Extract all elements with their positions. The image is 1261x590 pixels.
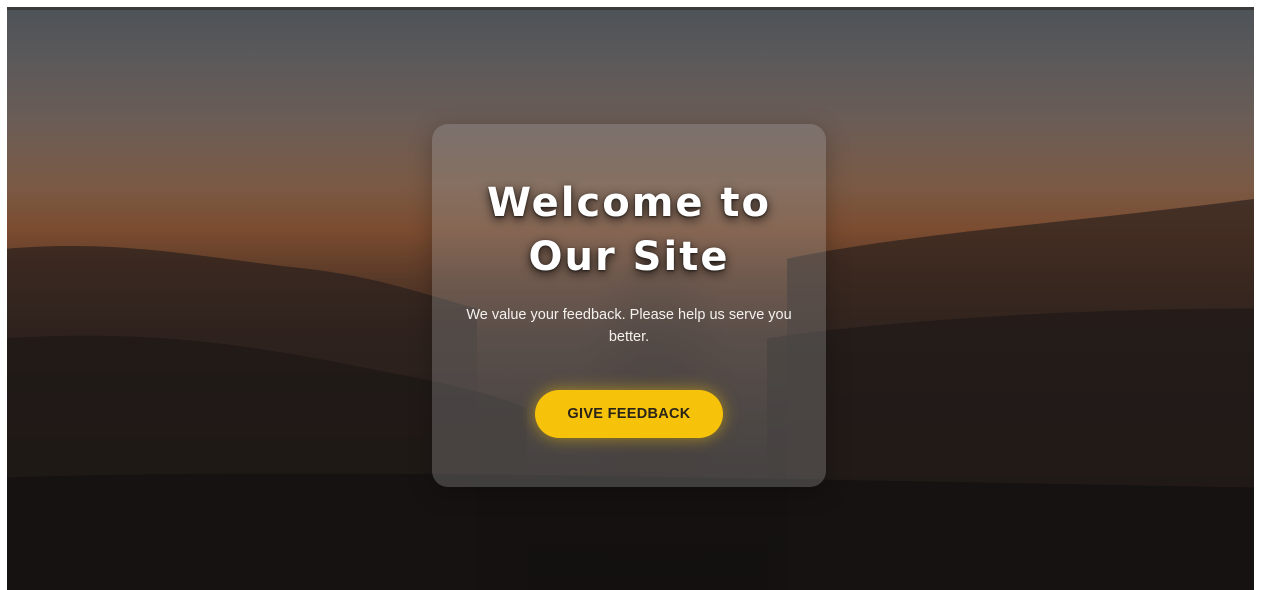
heading-line-2: Our Site xyxy=(528,234,730,280)
page-viewport: Welcome to Our Site We value your feedba… xyxy=(7,7,1254,590)
welcome-card: Welcome to Our Site We value your feedba… xyxy=(432,124,826,487)
welcome-heading: Welcome to Our Site xyxy=(432,176,826,284)
welcome-subtitle: We value your feedback. Please help us s… xyxy=(466,307,792,345)
heading-line-1: Welcome to xyxy=(486,180,772,226)
give-feedback-button[interactable]: GIVE FEEDBACK xyxy=(535,390,723,438)
